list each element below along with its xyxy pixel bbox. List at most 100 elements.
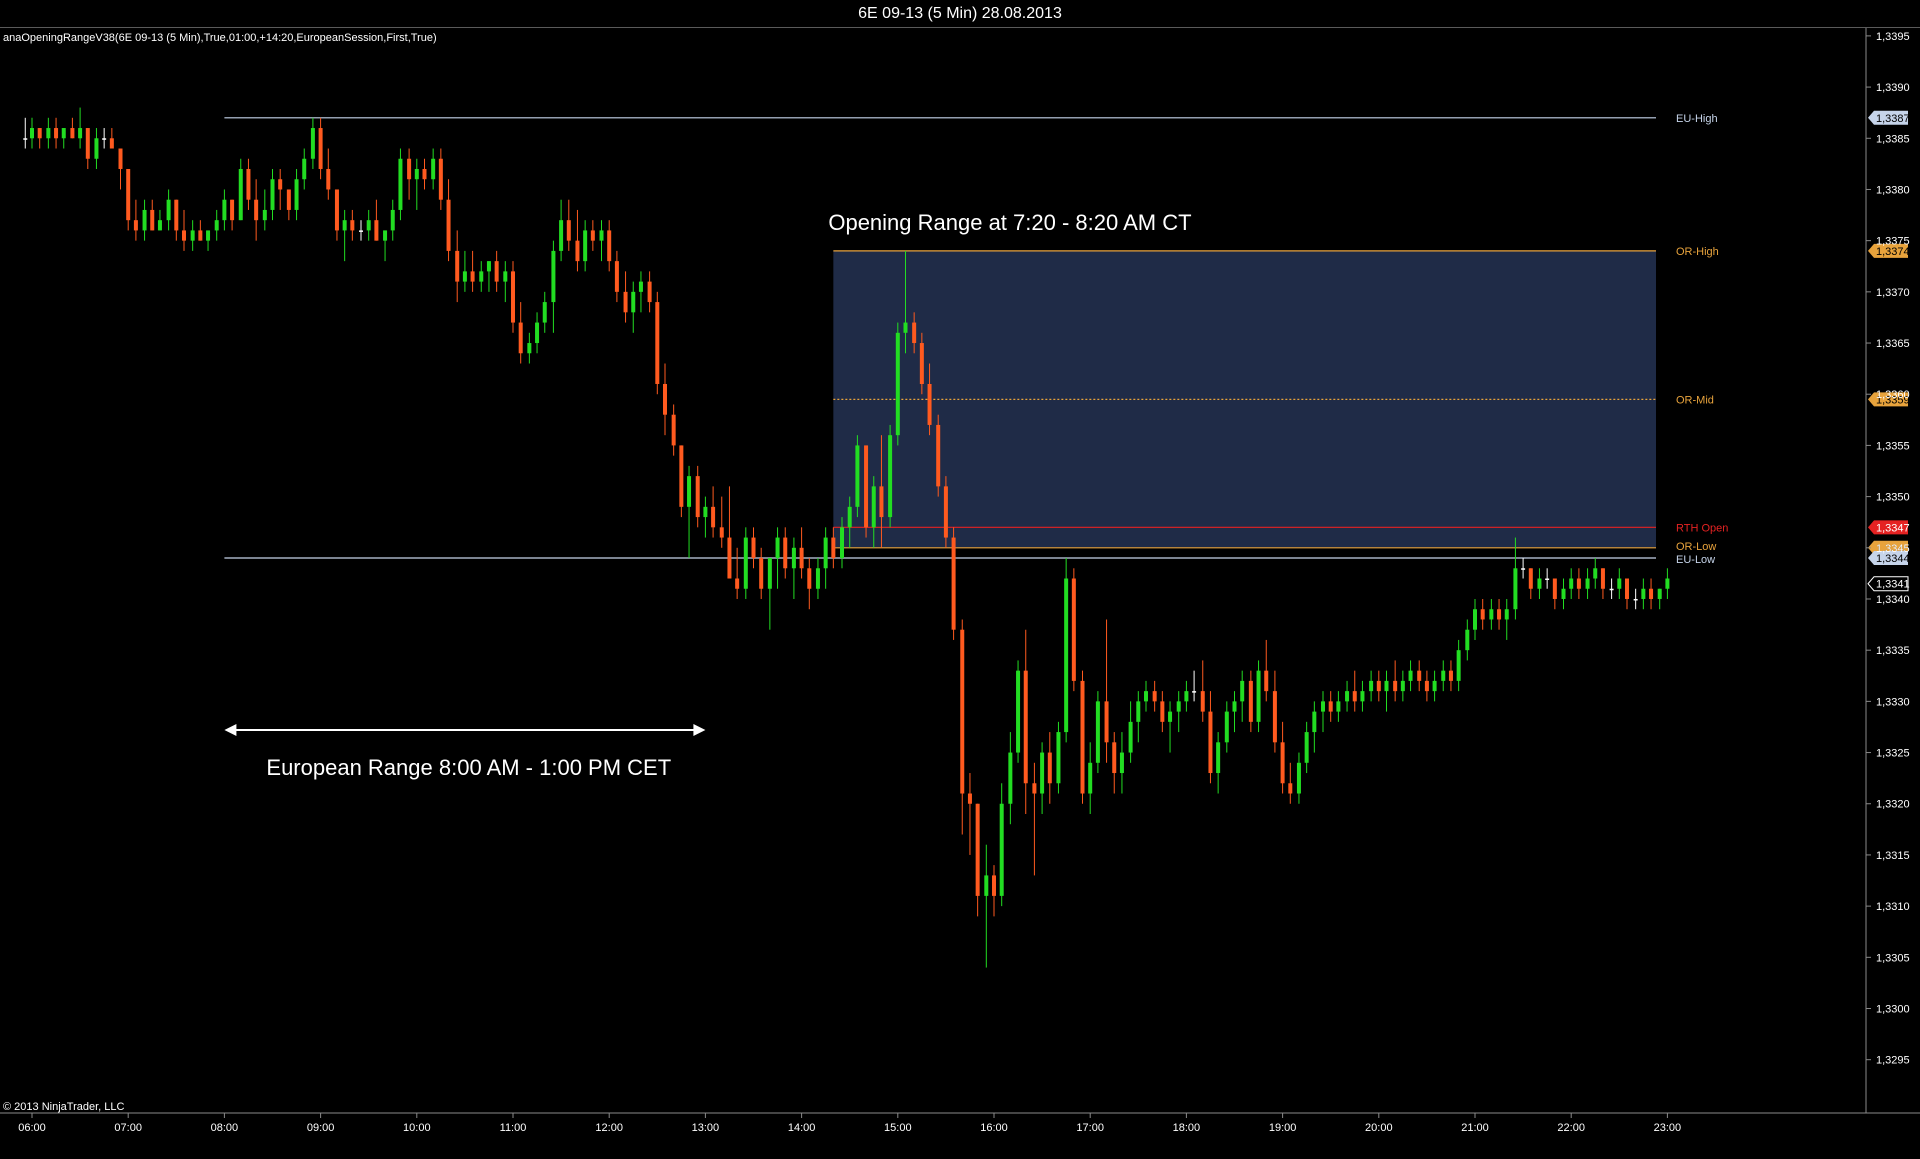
price-chart[interactable]: EU-High 1,3387OR-High 1,3374OR-Mid 1,3359RT… <box>0 0 1920 1159</box>
y-tick-label: 1,3320 <box>1876 799 1910 811</box>
candle-body <box>1128 721 1133 753</box>
level-label: OR-Low <box>1676 541 1716 553</box>
candle-body <box>888 435 893 518</box>
y-tick-label: 1,3330 <box>1876 696 1910 708</box>
candle-body <box>1545 578 1550 581</box>
candle-body <box>575 240 580 262</box>
candle-body <box>566 220 571 241</box>
candle-body <box>1160 701 1165 722</box>
candle-body <box>1552 578 1557 599</box>
candle-body <box>1008 752 1013 804</box>
level-label: EU-High <box>1676 113 1718 125</box>
candle-body <box>1408 670 1413 681</box>
candle-body <box>1360 691 1365 702</box>
candle-body <box>85 128 90 159</box>
candle-body <box>999 803 1004 896</box>
y-tick-label: 1,3360 <box>1876 389 1910 401</box>
candle-body <box>1417 670 1422 681</box>
candle-body <box>1224 711 1229 743</box>
candle-body <box>1064 578 1069 733</box>
candle-body <box>246 168 251 200</box>
candle-body <box>383 230 388 241</box>
candle-body <box>912 322 917 344</box>
x-tick-label: 12:00 <box>595 1122 623 1134</box>
y-tick-label: 1,3390 <box>1876 82 1910 94</box>
candle-body <box>1585 578 1590 589</box>
candle-body <box>1561 588 1566 599</box>
candle-body <box>102 138 107 140</box>
candle-body <box>374 220 379 241</box>
candle-body <box>551 250 556 303</box>
candle-body <box>687 476 692 507</box>
candle-body <box>719 527 724 538</box>
candle-body <box>703 506 708 518</box>
candle-body <box>1593 568 1598 579</box>
candle-body <box>286 189 291 210</box>
candle-body <box>960 629 965 794</box>
candle-body <box>614 261 619 292</box>
x-tick-label: 15:00 <box>884 1122 912 1134</box>
candle-body <box>711 506 716 528</box>
y-tick-label: 1,3305 <box>1876 952 1910 964</box>
candle-body <box>599 230 604 241</box>
candle-body <box>150 209 155 231</box>
candle-body <box>1465 629 1470 651</box>
candle-body <box>310 128 315 159</box>
candle-body <box>840 527 845 559</box>
y-tick-label: 1,3395 <box>1876 31 1910 43</box>
candle-body <box>1023 670 1028 784</box>
candle-body <box>695 476 700 518</box>
candle-body <box>1473 609 1477 630</box>
candle-body <box>1208 711 1213 774</box>
candle-body <box>1345 691 1350 702</box>
candle-body <box>1192 691 1197 693</box>
candle-body <box>743 537 748 589</box>
candle-body <box>206 230 211 241</box>
y-tick-label: 1,3355 <box>1876 440 1910 452</box>
candle-body <box>1168 711 1173 722</box>
candle-body <box>1352 691 1357 702</box>
candle-body <box>1521 568 1526 570</box>
candle-body <box>109 138 114 149</box>
x-tick-label: 06:00 <box>18 1122 46 1134</box>
candle-body <box>1456 650 1461 681</box>
candle-body <box>438 158 443 200</box>
candle-body <box>583 230 588 262</box>
x-tick-label: 10:00 <box>403 1122 431 1134</box>
candle-body <box>1240 680 1245 702</box>
candle-body <box>791 547 796 569</box>
candle-body <box>1264 670 1269 692</box>
candle-body <box>118 148 123 169</box>
candle-body <box>142 209 147 231</box>
y-tick-label: 1,3295 <box>1876 1055 1910 1067</box>
candle-body <box>1537 578 1542 589</box>
y-tick-label: 1,3315 <box>1876 850 1910 862</box>
candle-body <box>1600 568 1605 589</box>
candle-body <box>1424 680 1429 692</box>
last-price-label: 1,3341 <box>1876 579 1910 591</box>
candle-body <box>359 230 364 232</box>
candle-body <box>655 302 660 384</box>
opening-range-annotation: Opening Range at 7:20 - 8:20 AM CT <box>828 209 1192 235</box>
price-tag-label: 1,3387 <box>1876 113 1910 125</box>
candle-body <box>631 291 636 313</box>
candle-body <box>70 128 75 139</box>
candle-body <box>198 230 203 241</box>
candle-body <box>1657 588 1662 599</box>
candle-body <box>1649 588 1654 599</box>
candle-body <box>751 537 756 559</box>
level-label: OR-Mid <box>1676 394 1714 406</box>
x-tick-label: 09:00 <box>307 1122 335 1134</box>
candle-body <box>638 281 643 292</box>
candle-body <box>679 445 684 507</box>
candle-body <box>1088 762 1093 794</box>
level-label: EU-Low <box>1676 554 1715 566</box>
y-tick-label: 1,3335 <box>1876 645 1910 657</box>
candle-body <box>1296 762 1301 794</box>
candle-body <box>511 271 515 323</box>
y-tick-label: 1,3325 <box>1876 748 1910 760</box>
candle-body <box>559 220 564 251</box>
candle-body <box>326 168 331 190</box>
candle-body <box>334 189 339 231</box>
candle-body <box>647 281 652 303</box>
